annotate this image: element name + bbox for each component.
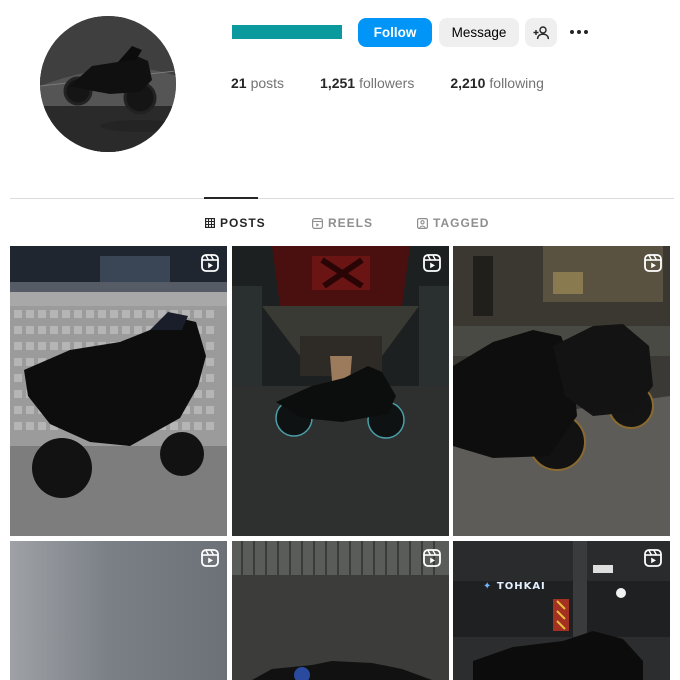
- more-options-icon[interactable]: [565, 22, 593, 42]
- sign-star-icon: ✦: [483, 581, 493, 592]
- following-count: 2,210: [450, 75, 486, 91]
- post-tile[interactable]: [232, 541, 449, 680]
- tabs-divider: [10, 198, 674, 199]
- posts-label: posts: [250, 75, 285, 91]
- following-label: following: [489, 75, 544, 91]
- post-image: [232, 541, 449, 680]
- tab-tagged[interactable]: TAGGED: [417, 216, 489, 230]
- post-tile[interactable]: [232, 246, 449, 536]
- reel-icon: [423, 549, 441, 567]
- posts-stat: 21 posts: [231, 75, 284, 91]
- tab-reels[interactable]: REELS: [312, 216, 373, 230]
- more-dot: [570, 30, 574, 34]
- reel-icon: [423, 254, 441, 272]
- username-redacted: [232, 25, 342, 39]
- post-tile[interactable]: ✦ TOHKAI: [453, 541, 670, 680]
- reel-icon: [201, 254, 219, 272]
- message-button[interactable]: Message: [439, 18, 519, 47]
- sign-text: TOHKAI: [496, 581, 546, 592]
- profile-avatar[interactable]: [40, 16, 176, 152]
- reel-icon: [644, 254, 662, 272]
- post-image: [453, 246, 670, 536]
- followers-label: followers: [359, 75, 415, 91]
- followers-stat[interactable]: 1,251 followers: [320, 75, 414, 91]
- profile-stats: 21 posts 1,251 followers 2,210 following: [231, 75, 580, 91]
- active-tab-indicator: [204, 197, 258, 199]
- reels-icon: [312, 217, 323, 229]
- post-image: [232, 246, 449, 536]
- grid-icon: [205, 218, 215, 228]
- tab-label: POSTS: [220, 216, 266, 230]
- reel-icon: [644, 549, 662, 567]
- follow-button[interactable]: Follow: [358, 18, 432, 47]
- add-user-icon: [533, 25, 549, 39]
- post-tile[interactable]: [10, 541, 227, 680]
- tagged-icon: [417, 217, 428, 229]
- post-image: [453, 541, 670, 680]
- reel-icon: [201, 549, 219, 567]
- followers-count: 1,251: [320, 75, 356, 91]
- tab-label: REELS: [328, 216, 374, 230]
- more-dot: [577, 30, 581, 34]
- motorcycle-photo: [40, 16, 176, 152]
- posts-count: 21: [231, 75, 247, 91]
- post-tile[interactable]: [10, 246, 227, 536]
- tab-posts[interactable]: POSTS: [205, 216, 266, 230]
- post-tile[interactable]: [453, 246, 670, 536]
- following-stat[interactable]: 2,210 following: [450, 75, 544, 91]
- suggest-user-button[interactable]: [525, 18, 557, 47]
- more-dot: [584, 30, 588, 34]
- tab-label: TAGGED: [433, 216, 490, 230]
- post-image: [10, 246, 227, 536]
- post-image: [10, 541, 227, 680]
- tohkai-sign: ✦ TOHKAI: [483, 581, 546, 592]
